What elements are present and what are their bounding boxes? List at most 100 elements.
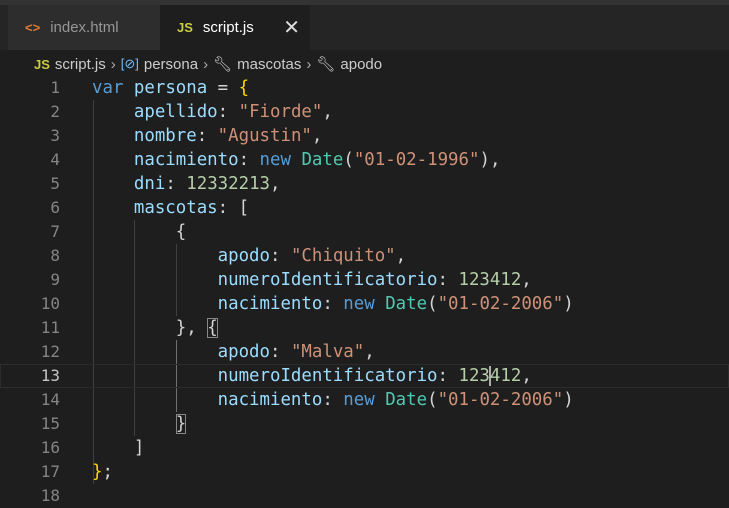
code-line[interactable]: 9 numeroIdentificatorio: 123412, [0,268,729,292]
code-editor[interactable]: 1 var persona = {2 apellido: "Fiorde", 3 n… [0,76,729,508]
code-token: ) [563,390,574,410]
code-line[interactable]: 7 { [0,220,729,244]
line-number: 11 [40,318,60,337]
html-file-icon: <> [25,20,41,35]
close-icon[interactable]: ✕ [283,15,300,40]
code-token: 123 [458,366,490,386]
code-token: } [92,462,103,482]
code-line[interactable]: 18 [0,484,729,508]
code-line[interactable]: 11 }, { [0,316,729,340]
code-text: ] [92,436,144,460]
code-line[interactable]: 6 mascotas: [ [0,196,729,220]
code-line[interactable]: 5 dni: 12332213, [0,172,729,196]
code-token: ] [133,438,145,458]
code-line[interactable]: 13 numeroIdentificatorio: 123412, [0,364,729,388]
code-token: "Agustin" [217,126,312,146]
code-line[interactable]: 10 nacimiento: new Date("01-02-2006") [0,292,729,316]
code-token: apodo [217,342,270,362]
breadcrumb-mascotas[interactable]: mascotas [237,56,301,73]
line-number: 3 [50,126,60,145]
chevron-right-icon: › [110,55,116,73]
code-token: { [175,222,187,242]
code-token: : [437,270,459,290]
code-text: nacimiento: new Date("01-02-1996"), [92,148,501,172]
code-token: : [217,102,239,122]
code-text: nacimiento: new Date("01-02-2006") [92,388,574,412]
code-token: dni [133,174,166,194]
code-token: : [270,342,291,362]
code-text: numeroIdentificatorio: 123412, [92,268,532,292]
code-line[interactable]: 12 apodo: "Malva", [0,340,729,364]
code-line[interactable]: 1 var persona = { [0,76,729,100]
code-line[interactable]: 17}; [0,460,729,484]
code-text: } [92,412,187,436]
code-token: = [207,78,239,98]
line-number: 9 [50,270,60,289]
line-number: 16 [40,438,60,457]
code-token: new [343,294,375,314]
code-token: nacimiento [133,150,239,170]
code-line[interactable]: 8 apodo: "Chiquito", [0,244,729,268]
code-line[interactable]: 2 apellido: "Fiorde", [0,100,729,124]
code-token: ( [427,294,438,314]
code-token: : [217,198,239,218]
line-number: 18 [40,486,60,505]
code-text: apodo: "Chiquito", [92,244,407,268]
code-token: ( [427,390,438,410]
chevron-right-icon: › [203,55,209,73]
code-text: numeroIdentificatorio: 123412, [92,364,532,388]
wrench-icon: 🔧︎ [213,56,233,73]
code-line[interactable]: 14 nacimiento: new Date("01-02-2006") [0,388,729,412]
tab-label: index.html [50,19,119,36]
line-number: 4 [50,150,60,169]
breadcrumb-file[interactable]: script.js [55,56,106,73]
code-token: Date [301,150,344,170]
code-token: : [165,174,187,194]
breadcrumb: JS script.js › [⊘] persona › 🔧︎ mascotas… [34,53,382,75]
line-number: 8 [50,246,60,265]
line-number: 2 [50,102,60,121]
code-line[interactable]: 16 ] [0,436,729,460]
code-token: , [521,366,532,386]
code-token: Date [385,294,428,314]
tab-script-js[interactable]: JS script.js ✕ [160,5,310,50]
line-number: 7 [50,222,60,241]
code-token: "01-02-1996" [353,150,480,170]
breadcrumb-persona[interactable]: persona [144,56,198,73]
tab-index-html[interactable]: <> index.html [8,5,160,50]
code-token: "01-02-2006" [437,390,564,410]
code-line[interactable]: 4 nacimiento: new Date("01-02-1996"), [0,148,729,172]
code-token: , [322,102,333,122]
breadcrumb-apodo[interactable]: apodo [340,56,382,73]
code-token: new [259,150,291,170]
code-token: nacimiento [217,390,323,410]
code-token: "01-02-2006" [437,294,564,314]
line-number: 10 [40,294,60,313]
code-line[interactable]: 15 } [0,412,729,436]
code-token: "Malva" [290,342,365,362]
code-text: apodo: "Malva", [92,340,375,364]
code-token: } [175,414,187,434]
code-token: , [395,246,407,266]
code-token: , [364,342,375,362]
code-token: : [270,246,291,266]
code-token: , [270,174,281,194]
code-token: apellido [133,102,218,122]
line-number: 1 [50,78,60,97]
code-token: mascotas [133,198,218,218]
code-line[interactable]: 3 nombre: "Agustin", [0,124,729,148]
